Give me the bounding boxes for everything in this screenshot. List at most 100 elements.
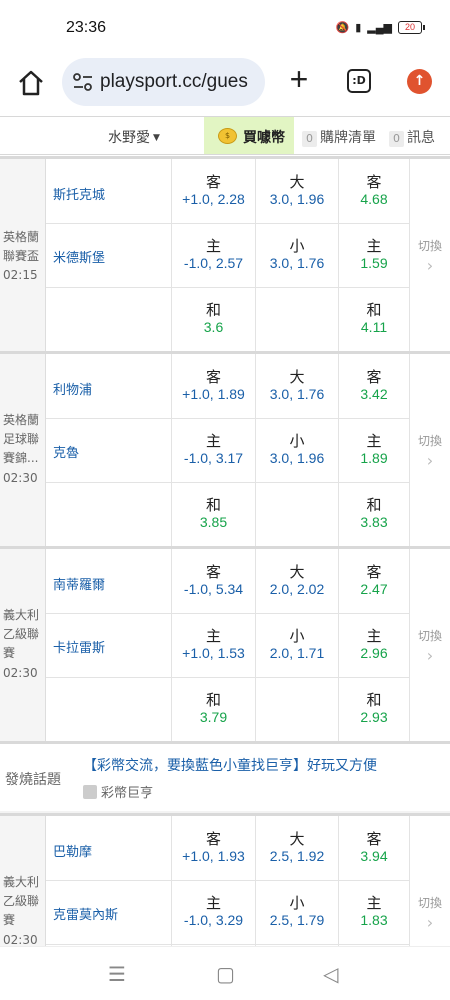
cart-link[interactable]: 0 購牌清單 [302,127,376,147]
draw-odds[interactable]: 和 3.85 [172,497,255,531]
hot-topic-link[interactable]: 【彩幣交流，要換藍色小童找巨亨】好玩又方便 [83,755,377,775]
match-time: 02:15 [3,268,38,282]
total-under-odds[interactable]: 小 3.0, 1.96 [256,433,338,467]
handicap-away-odds[interactable]: 客 -1.0, 5.34 [172,564,255,598]
system-navigation-bar: ☰ ▢ ◁ [0,946,450,1000]
recents-icon[interactable]: ☰ [108,962,126,986]
site-nav: 水野愛 ▼ $ 買噱幣 0 購牌清單 0 訊息 [0,116,450,155]
messages-link[interactable]: 0 訊息 [389,127,435,147]
switch-button[interactable]: 切換 › [410,237,450,275]
author-avatar [83,785,97,799]
user-menu[interactable]: 水野愛 ▼ [108,127,160,147]
status-time: 23:36 [66,19,107,36]
handicap-away-odds[interactable]: 客 +1.0, 2.28 [172,174,255,208]
draw-odds[interactable]: 和 3.79 [172,692,255,726]
cart-count: 0 [302,131,317,147]
moneyline-home-odds[interactable]: 主 2.96 [339,628,409,662]
buy-coins-button[interactable]: $ 買噱幣 [204,117,294,154]
league-name: 英格蘭聯賽盃 [3,230,40,263]
draw-odds[interactable]: 和 3.6 [172,302,255,336]
match-time: 02:30 [3,933,38,946]
caret-down-icon: ▼ [153,133,160,143]
handicap-away-odds[interactable]: 客 +1.0, 1.89 [172,369,255,403]
chevron-right-icon: › [426,646,434,665]
away-team[interactable]: 南蒂羅爾 [53,574,105,593]
match-time: 02:30 [3,666,38,680]
messages-label: 訊息 [407,130,435,146]
tab-switcher-button[interactable]: :D [347,69,371,93]
handicap-home-odds[interactable]: 主 +1.0, 1.53 [172,628,255,662]
volte-icon: ▮ [355,22,362,34]
address-bar[interactable]: playsport.cc/gues [62,58,265,106]
match-time: 02:30 [3,471,38,485]
browser-toolbar: playsport.cc/gues + :D ↑ [0,56,450,112]
moneyline-away-odds[interactable]: 客 4.68 [339,174,409,208]
match-list: 英格蘭聯賽盃 02:15 斯托克城 米德斯堡 客 +1.0, 2.28 大 3.0,… [0,156,450,946]
away-team[interactable]: 斯托克城 [53,184,105,203]
total-under-odds[interactable]: 小 2.5, 1.79 [256,895,338,929]
league-name: 義大利乙級聯賽 [3,875,40,927]
league-name: 英格蘭足球聯賽錦... [3,413,40,465]
home-team[interactable]: 米德斯堡 [53,247,105,266]
league-column: 義大利乙級聯賽 02:30 [0,816,46,946]
league-column: 英格蘭聯賽盃 02:15 [0,159,46,351]
handicap-away-odds[interactable]: 客 +1.0, 1.93 [172,831,255,865]
chevron-right-icon: › [426,913,434,932]
league-name: 義大利乙級聯賽 [3,608,40,660]
total-over-odds[interactable]: 大 2.0, 2.02 [256,564,338,598]
home-icon [19,70,43,96]
moneyline-home-odds[interactable]: 主 1.59 [339,238,409,272]
total-over-odds[interactable]: 大 3.0, 1.96 [256,174,338,208]
hot-topic-label: 發燒話題 [5,772,61,788]
total-under-odds[interactable]: 小 3.0, 1.76 [256,238,338,272]
coin-icon: $ [218,128,237,144]
hot-topic-author[interactable]: 彩幣巨亨 [83,782,153,801]
switch-button[interactable]: 切換 › [410,627,450,665]
update-icon[interactable]: ↑ [407,69,432,94]
status-icons: 🔕 ▮ ▂▄▆ 20 [335,21,425,34]
chevron-right-icon: › [426,256,434,275]
total-over-odds[interactable]: 大 2.5, 1.92 [256,831,338,865]
handicap-home-odds[interactable]: 主 -1.0, 3.17 [172,433,255,467]
league-column: 英格蘭足球聯賽錦... 02:30 [0,354,46,546]
moneyline-draw-odds[interactable]: 和 4.11 [339,302,409,336]
home-square-icon[interactable]: ▢ [216,962,235,986]
site-settings-icon[interactable] [72,72,94,92]
signal-icon: ▂▄▆ [367,22,392,34]
home-button[interactable] [16,68,46,98]
total-under-odds[interactable]: 小 2.0, 1.71 [256,628,338,662]
handicap-home-odds[interactable]: 主 -1.0, 3.29 [172,895,255,929]
league-column: 義大利乙級聯賽 02:30 [0,549,46,741]
match-card: 義大利乙級聯賽 02:30 南蒂羅爾 卡拉雷斯 客 -1.0, 5.34 大 2.0… [0,546,450,741]
mute-icon: 🔕 [335,22,350,34]
total-over-odds[interactable]: 大 3.0, 1.76 [256,369,338,403]
chevron-right-icon: › [426,451,434,470]
new-tab-icon[interactable]: + [283,63,315,96]
moneyline-away-odds[interactable]: 客 2.47 [339,564,409,598]
hot-topic-banner: 發燒話題 【彩幣交流，要換藍色小童找巨亨】好玩又方便 彩幣巨亨 [0,741,450,811]
switch-button[interactable]: 切換 › [410,432,450,470]
user-name: 水野愛 [108,130,150,146]
away-team[interactable]: 巴勒摩 [53,841,92,860]
moneyline-draw-odds[interactable]: 和 3.83 [339,497,409,531]
moneyline-home-odds[interactable]: 主 1.89 [339,433,409,467]
away-team[interactable]: 利物浦 [53,379,92,398]
buy-coins-label: 買噱幣 [243,130,285,146]
home-team[interactable]: 克雷莫內斯 [53,904,118,923]
match-card: 英格蘭聯賽盃 02:15 斯托克城 米德斯堡 客 +1.0, 2.28 大 3.0,… [0,156,450,351]
battery-icon: 20 [398,21,425,34]
moneyline-away-odds[interactable]: 客 3.42 [339,369,409,403]
status-bar: 23:36 🔕 ▮ ▂▄▆ 20 [0,0,450,56]
back-icon[interactable]: ◁ [323,962,338,986]
match-card: 英格蘭足球聯賽錦... 02:30 利物浦 克魯 客 +1.0, 1.89 大 3.… [0,351,450,546]
moneyline-away-odds[interactable]: 客 3.94 [339,831,409,865]
moneyline-home-odds[interactable]: 主 1.83 [339,895,409,929]
handicap-home-odds[interactable]: 主 -1.0, 2.57 [172,238,255,272]
url-text[interactable]: playsport.cc/gues [100,71,260,93]
switch-button[interactable]: 切換 › [410,894,450,932]
cart-label: 購牌清單 [320,130,376,146]
home-team[interactable]: 卡拉雷斯 [53,637,105,656]
home-team[interactable]: 克魯 [53,442,79,461]
moneyline-draw-odds[interactable]: 和 2.93 [339,692,409,726]
match-card: 義大利乙級聯賽 02:30 巴勒摩 克雷莫內斯 客 +1.0, 1.93 大 2.5… [0,813,450,946]
